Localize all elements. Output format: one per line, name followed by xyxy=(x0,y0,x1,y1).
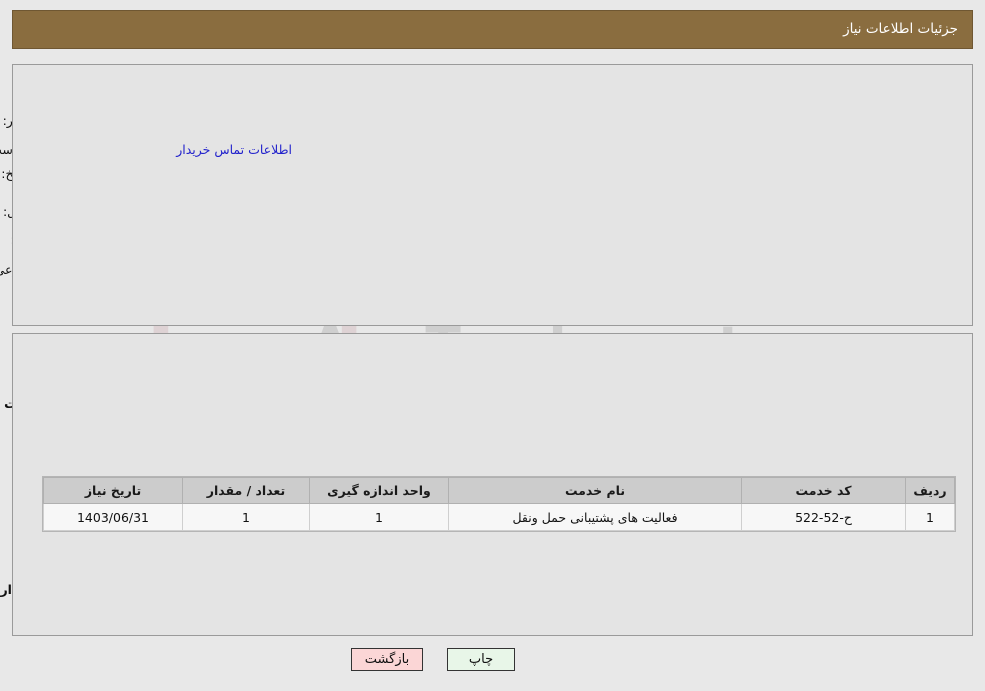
th-quantity: تعداد / مقدار xyxy=(182,477,310,504)
th-need-date: تاریخ نیاز xyxy=(43,477,183,504)
cell-service-code: ح-52-522 xyxy=(741,503,906,531)
th-service-name: نام خدمت xyxy=(448,477,742,504)
services-table: ردیف کد خدمت نام خدمت واحد اندازه گیری ت… xyxy=(43,477,955,531)
cell-service-name: فعالیت های پشتیبانی حمل ونقل xyxy=(448,503,742,531)
cell-unit: 1 xyxy=(309,503,449,531)
buyer-contact-link[interactable]: اطلاعات تماس خریدار xyxy=(176,142,292,157)
th-row-no: ردیف xyxy=(905,477,955,504)
back-button[interactable]: بازگشت xyxy=(351,648,423,671)
page-title: جزئیات اطلاعات نیاز xyxy=(843,21,958,37)
th-unit: واحد اندازه گیری xyxy=(309,477,449,504)
th-service-code: کد خدمت xyxy=(741,477,906,504)
print-button[interactable]: چاپ xyxy=(447,648,515,671)
need-info-panel xyxy=(12,64,973,326)
table-row[interactable]: 1 ح-52-522 فعالیت های پشتیبانی حمل ونقل … xyxy=(43,503,955,531)
services-table-wrapper: ردیف کد خدمت نام خدمت واحد اندازه گیری ت… xyxy=(42,476,956,532)
table-header-row: ردیف کد خدمت نام خدمت واحد اندازه گیری ت… xyxy=(43,477,955,504)
cell-quantity: 1 xyxy=(182,503,310,531)
page-header: جزئیات اطلاعات نیاز xyxy=(12,10,973,49)
page-root: جزئیات اطلاعات نیاز شماره نیاز: 11030001… xyxy=(0,0,985,691)
cell-row-no: 1 xyxy=(905,503,955,531)
cell-need-date: 1403/06/31 xyxy=(43,503,183,531)
